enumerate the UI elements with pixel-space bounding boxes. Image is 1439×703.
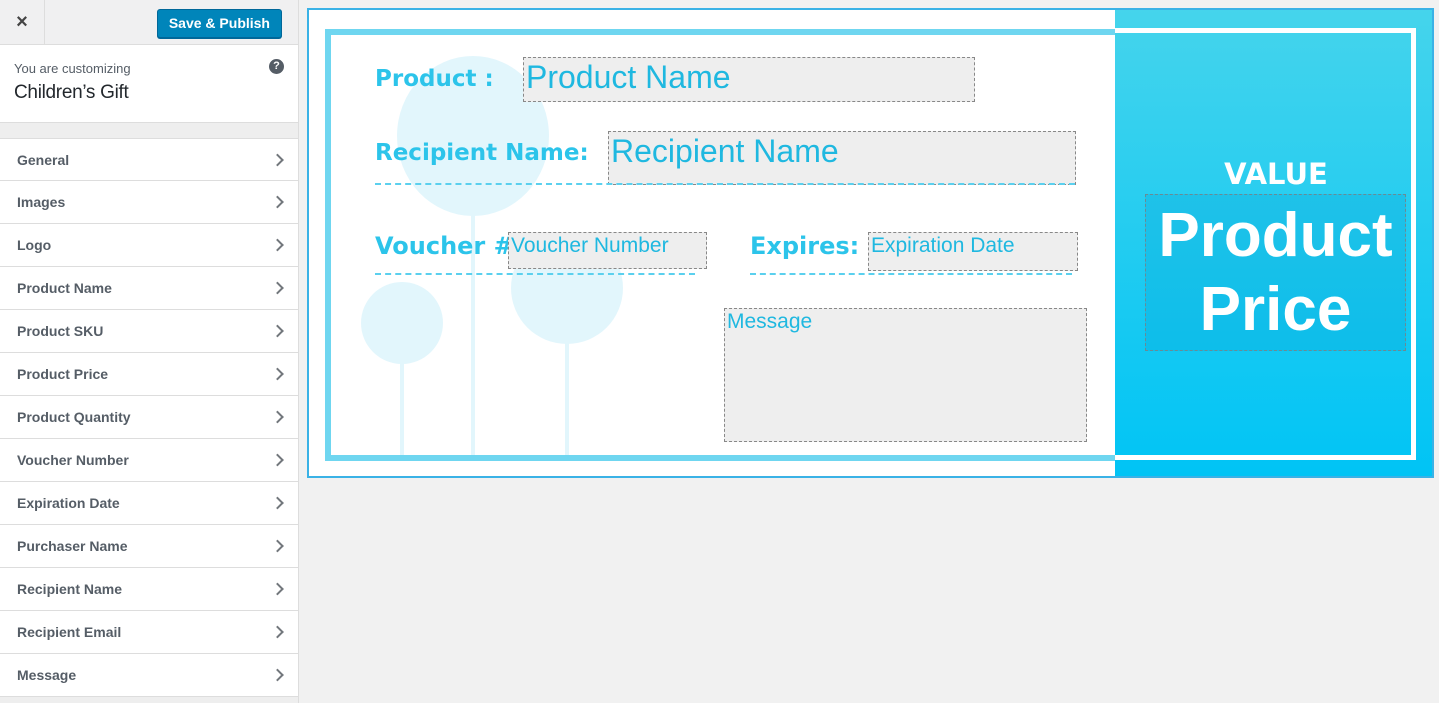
menu-item-label: Product Name <box>17 280 112 296</box>
menu-item-label: Product Price <box>17 366 109 382</box>
chevron-right-icon <box>271 281 284 295</box>
recipient-name-field[interactable]: Recipient Name <box>608 131 1076 185</box>
menu-item-message[interactable]: Message <box>0 654 298 697</box>
menu-item-purchaser-name[interactable]: Purchaser Name <box>0 525 298 568</box>
menu-item-logo[interactable]: Logo <box>0 224 298 267</box>
product-name-field[interactable]: Product Name <box>523 57 975 102</box>
chevron-right-icon <box>271 238 284 252</box>
expires-underline <box>750 273 1072 275</box>
menu-item-label: Product SKU <box>17 323 104 339</box>
menu-item-label: Recipient Name <box>17 581 123 597</box>
save-publish-button[interactable]: Save & Publish <box>156 9 282 38</box>
voucher-frame-top <box>325 29 1115 35</box>
menu-item-label: Expiration Date <box>17 495 120 511</box>
menu-item-label: Voucher Number <box>17 452 129 468</box>
chevron-right-icon <box>271 410 284 424</box>
voucher-preview: Product : Product Name Recipient Name: R… <box>307 8 1434 478</box>
chevron-right-icon <box>271 539 284 553</box>
price-line-1: Product <box>1158 201 1393 270</box>
customizer-menu: General Images Logo Product Name Product… <box>0 138 298 697</box>
close-icon[interactable]: × <box>0 0 45 45</box>
chevron-right-icon <box>271 625 284 639</box>
price-line-2: Price <box>1199 275 1352 344</box>
menu-item-label: Purchaser Name <box>17 538 128 554</box>
message-field[interactable]: Message <box>724 308 1087 442</box>
expires-label: Expires: <box>750 232 860 260</box>
customizer-header: × Save & Publish <box>0 0 298 45</box>
menu-item-voucher-number[interactable]: Voucher Number <box>0 439 298 482</box>
product-label: Product : <box>375 66 494 92</box>
product-price-field[interactable]: Product Price <box>1145 194 1406 351</box>
customizer-info: You are customizing Children’s Gift ? <box>0 45 298 123</box>
customizing-title: Children’s Gift <box>14 82 129 103</box>
menu-item-label: Product Quantity <box>17 409 131 425</box>
menu-item-recipient-email[interactable]: Recipient Email <box>0 611 298 654</box>
voucher-underline <box>375 273 695 275</box>
recipient-underline <box>375 183 1075 185</box>
customizer-sidebar: × Save & Publish You are customizing Chi… <box>0 0 299 703</box>
chevron-right-icon <box>271 367 284 381</box>
chevron-right-icon <box>271 582 284 596</box>
menu-item-images[interactable]: Images <box>0 181 298 224</box>
menu-item-label: Message <box>17 667 77 683</box>
chevron-right-icon <box>271 195 284 209</box>
menu-item-product-price[interactable]: Product Price <box>0 353 298 396</box>
menu-item-general[interactable]: General <box>0 138 298 181</box>
expiration-date-field[interactable]: Expiration Date <box>868 232 1078 271</box>
help-icon[interactable]: ? <box>269 59 284 74</box>
customizing-label: You are customizing <box>14 61 131 76</box>
chevron-right-icon <box>271 668 284 682</box>
chevron-right-icon <box>271 153 284 166</box>
menu-item-product-sku[interactable]: Product SKU <box>0 310 298 353</box>
menu-item-label: Logo <box>17 237 52 253</box>
chevron-right-icon <box>271 453 284 467</box>
menu-item-label: Recipient Email <box>17 624 122 640</box>
voucher-number-field[interactable]: Voucher Number <box>508 232 707 269</box>
menu-item-expiration-date[interactable]: Expiration Date <box>0 482 298 525</box>
menu-item-label: General <box>17 151 70 168</box>
chevron-right-icon <box>271 324 284 338</box>
value-label: VALUE <box>1224 157 1328 191</box>
menu-item-recipient-name[interactable]: Recipient Name <box>0 568 298 611</box>
chevron-right-icon <box>271 496 284 510</box>
menu-item-product-quantity[interactable]: Product Quantity <box>0 396 298 439</box>
recipient-label: Recipient Name: <box>375 140 589 166</box>
menu-item-label: Images <box>17 194 66 210</box>
voucher-label: Voucher # <box>375 232 514 260</box>
menu-item-product-name[interactable]: Product Name <box>0 267 298 310</box>
